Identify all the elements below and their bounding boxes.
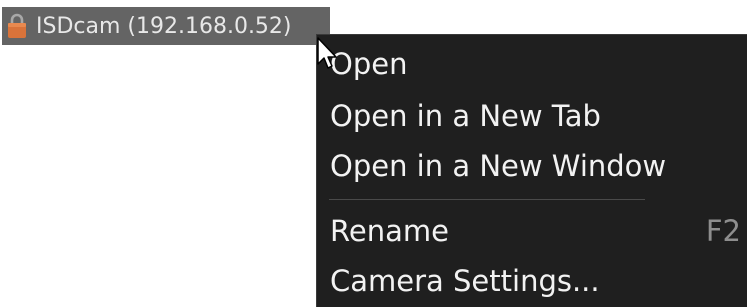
menu-item-label: Open in a New Window xyxy=(330,149,667,183)
menu-item-label: Camera Settings... xyxy=(330,264,600,298)
menu-item-open[interactable]: Open xyxy=(317,39,747,89)
menu-item-shortcut: F2 xyxy=(705,214,741,248)
menu-item-rename[interactable]: Rename F2 xyxy=(317,206,747,256)
mouse-pointer-icon xyxy=(316,36,340,72)
menu-item-camera-settings[interactable]: Camera Settings... xyxy=(317,256,747,306)
menu-item-label: Rename xyxy=(330,214,449,248)
menu-item-open-new-window[interactable]: Open in a New Window xyxy=(317,141,747,191)
device-tree-item[interactable]: ISDcam (192.168.0.52) xyxy=(2,7,330,45)
context-menu: Open Open in a New Tab Open in a New Win… xyxy=(316,34,747,307)
menu-separator xyxy=(329,199,645,200)
lock-icon xyxy=(7,13,27,39)
menu-item-open-new-tab[interactable]: Open in a New Tab xyxy=(317,91,747,141)
menu-item-label: Open in a New Tab xyxy=(330,99,601,133)
menu-item-label: Open xyxy=(330,47,408,81)
device-tree-item-label: ISDcam (192.168.0.52) xyxy=(36,13,292,39)
